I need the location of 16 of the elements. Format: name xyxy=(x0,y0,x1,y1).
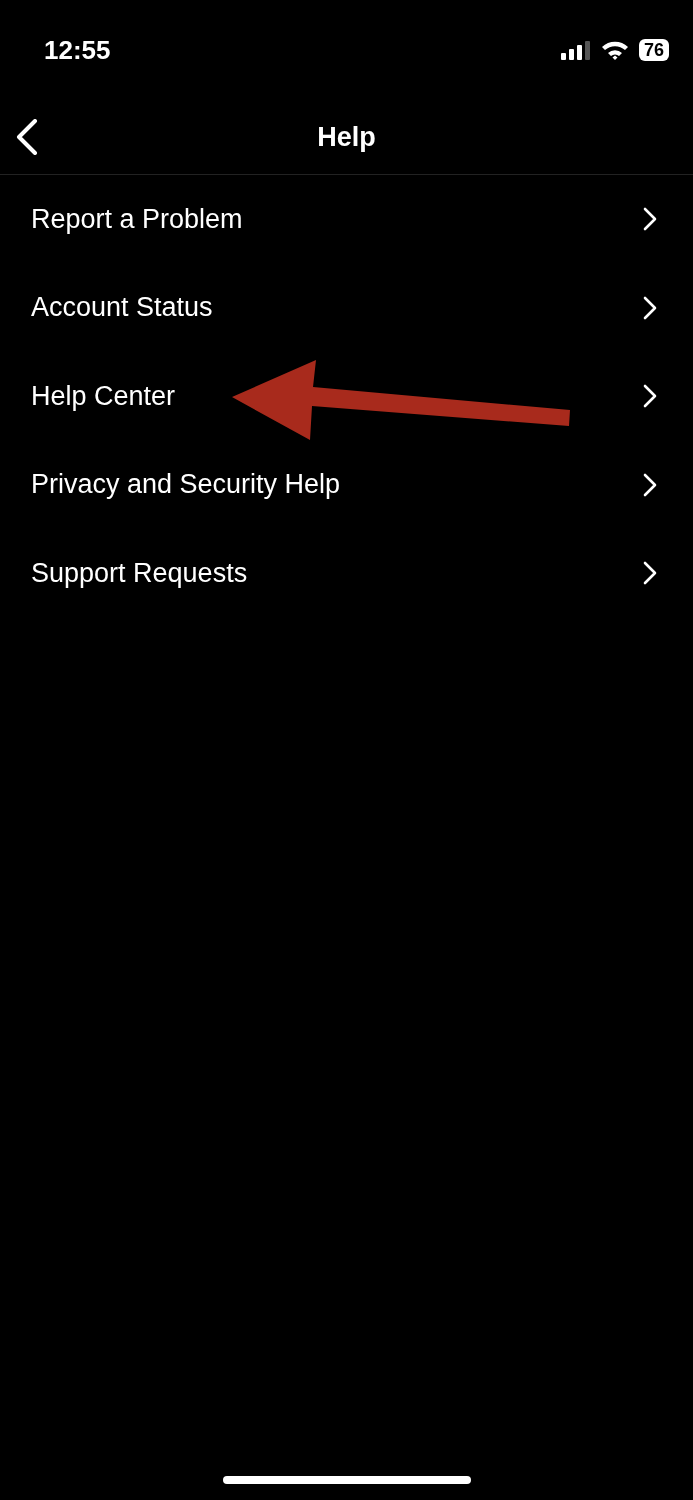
menu-item[interactable]: Support Requests xyxy=(31,557,248,589)
status-time: 12:55 xyxy=(44,34,111,66)
chevron-icon[interactable] xyxy=(643,384,657,409)
screen-title: Help xyxy=(317,121,376,153)
menu-item[interactable]: Help Center xyxy=(31,380,176,412)
menu-item[interactable]: Report a Problem xyxy=(31,203,243,235)
back-icon[interactable] xyxy=(16,119,38,155)
chevron-icon[interactable] xyxy=(643,207,657,232)
signal-icon xyxy=(560,40,591,60)
chevron-icon[interactable] xyxy=(643,472,657,497)
chevron-icon[interactable] xyxy=(643,295,657,320)
battery-indicator: 76 xyxy=(638,39,669,61)
menu-item[interactable]: Account Status xyxy=(31,292,213,324)
chevron-icon[interactable] xyxy=(643,561,657,586)
menu-item[interactable]: Privacy and Security Help xyxy=(31,469,341,501)
wifi-icon xyxy=(600,40,629,60)
